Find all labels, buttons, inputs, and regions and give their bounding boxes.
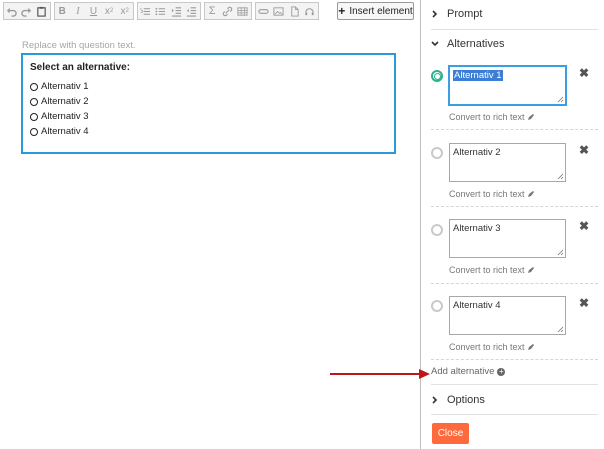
pencil-icon (527, 344, 534, 350)
preview-option-label: Alternativ 2 (41, 96, 89, 107)
prompt-label: Prompt (447, 8, 483, 20)
delete-alternative-icon[interactable]: ✖ (579, 66, 589, 80)
alternative-correct-radio[interactable] (431, 70, 443, 82)
options-section-header[interactable]: Options (431, 394, 485, 406)
preview-option[interactable]: Alternativ 1 (30, 81, 89, 92)
radio-icon (30, 127, 38, 136)
toolbar-media-group (255, 2, 319, 20)
delete-alternative-icon[interactable]: ✖ (579, 219, 589, 233)
preview-option-label: Alternativ 1 (41, 81, 89, 92)
document-icon[interactable] (287, 3, 303, 19)
separator (431, 29, 598, 30)
pencil-icon (527, 114, 534, 120)
underline-icon[interactable]: U (86, 3, 102, 19)
alternative-correct-radio[interactable] (431, 147, 443, 159)
audio-icon[interactable] (303, 3, 319, 19)
delete-alternative-icon[interactable]: ✖ (579, 296, 589, 310)
prompt-section-header[interactable]: Prompt (431, 8, 482, 20)
settings-panel: Prompt Alternatives Alternativ 1 ✖ Conve… (421, 0, 604, 449)
question-text-placeholder[interactable]: Replace with question text. (22, 40, 136, 51)
superscript-icon[interactable]: x2 (117, 3, 133, 19)
convert-label: Convert to rich text (449, 265, 525, 275)
dashed-separator (431, 283, 598, 284)
alternatives-label: Alternatives (447, 38, 505, 50)
select-title: Select an alternative: (30, 62, 131, 73)
alternative-input-value: Alternativ 4 (453, 300, 501, 311)
resize-grip-icon[interactable] (557, 96, 564, 103)
dashed-separator (431, 206, 598, 207)
convert-to-rich-text-link[interactable]: Convert to rich text (449, 265, 535, 275)
plus-icon: + (338, 4, 346, 18)
radio-icon (30, 82, 38, 91)
radio-icon (30, 97, 38, 106)
redo-icon[interactable] (19, 3, 34, 19)
toolbar-list-group (137, 2, 201, 20)
resize-grip-icon[interactable] (557, 249, 564, 256)
convert-label: Convert to rich text (449, 112, 525, 122)
paste-icon[interactable] (35, 3, 50, 19)
resize-grip-icon[interactable] (557, 173, 564, 180)
radio-icon (30, 112, 38, 121)
subscript-icon[interactable]: x2 (102, 3, 118, 19)
preview-option[interactable]: Alternativ 4 (30, 126, 89, 137)
image-icon[interactable] (272, 3, 288, 19)
link-icon[interactable] (220, 3, 235, 19)
preview-option[interactable]: Alternativ 3 (30, 111, 89, 122)
outdent-icon[interactable] (185, 3, 201, 19)
insert-element-label: Insert element (349, 5, 413, 17)
separator (431, 384, 598, 385)
add-alternative-button[interactable]: Add alternative + (431, 366, 506, 377)
dashed-separator (431, 359, 598, 360)
convert-to-rich-text-link[interactable]: Convert to rich text (449, 112, 535, 122)
alternative-correct-radio[interactable] (431, 300, 443, 312)
separator (431, 414, 598, 415)
italic-icon[interactable]: I (71, 3, 87, 19)
convert-to-rich-text-link[interactable]: Convert to rich text (449, 189, 535, 199)
insert-element-button[interactable]: + Insert element (337, 2, 414, 20)
add-alternative-label: Add alternative (431, 366, 495, 377)
ordered-list-icon[interactable] (138, 3, 154, 19)
undo-icon[interactable] (4, 3, 19, 19)
alternative-input[interactable]: Alternativ 3 (449, 219, 566, 258)
alternative-input[interactable]: Alternativ 1 (449, 66, 566, 105)
chevron-down-icon (431, 41, 439, 47)
alternative-correct-radio[interactable] (431, 224, 443, 236)
plus-circle-icon: + (497, 366, 506, 376)
line-icon[interactable] (256, 3, 272, 19)
resize-grip-icon[interactable] (557, 326, 564, 333)
preview-option-label: Alternativ 4 (41, 126, 89, 137)
math-icon[interactable]: Σ (205, 3, 220, 19)
bullet-list-icon[interactable] (154, 3, 170, 19)
toolbar-format-group: B I U x2 x2 (54, 2, 134, 20)
alternatives-section-header[interactable]: Alternatives (431, 38, 504, 50)
indent-icon[interactable] (169, 3, 185, 19)
bold-icon[interactable]: B (55, 3, 71, 19)
preview-option-label: Alternativ 3 (41, 111, 89, 122)
alternative-input[interactable]: Alternativ 4 (449, 296, 566, 335)
annotation-arrow-icon (330, 369, 430, 379)
preview-option[interactable]: Alternativ 2 (30, 96, 89, 107)
alternative-input[interactable]: Alternativ 2 (449, 143, 566, 182)
close-button[interactable]: Close (432, 423, 469, 444)
chevron-right-icon (432, 10, 438, 18)
convert-to-rich-text-link[interactable]: Convert to rich text (449, 342, 535, 352)
dashed-separator (431, 129, 598, 130)
editor-toolbar: B I U x2 x2 Σ + Insert element (0, 0, 420, 22)
pencil-icon (527, 191, 534, 197)
options-label: Options (447, 394, 485, 406)
toolbar-history-group (3, 2, 51, 20)
delete-alternative-icon[interactable]: ✖ (579, 143, 589, 157)
table-icon[interactable] (236, 3, 251, 19)
multiple-choice-preview[interactable]: Select an alternative: Alternativ 1 Alte… (21, 53, 396, 154)
toolbar-insert-group: Σ (204, 2, 252, 20)
alternative-input-value: Alternativ 1 (453, 70, 503, 81)
pencil-icon (527, 267, 534, 273)
alternative-input-value: Alternativ 3 (453, 223, 501, 234)
convert-label: Convert to rich text (449, 189, 525, 199)
convert-label: Convert to rich text (449, 342, 525, 352)
alternative-input-value: Alternativ 2 (453, 147, 501, 158)
chevron-right-icon (432, 396, 438, 404)
